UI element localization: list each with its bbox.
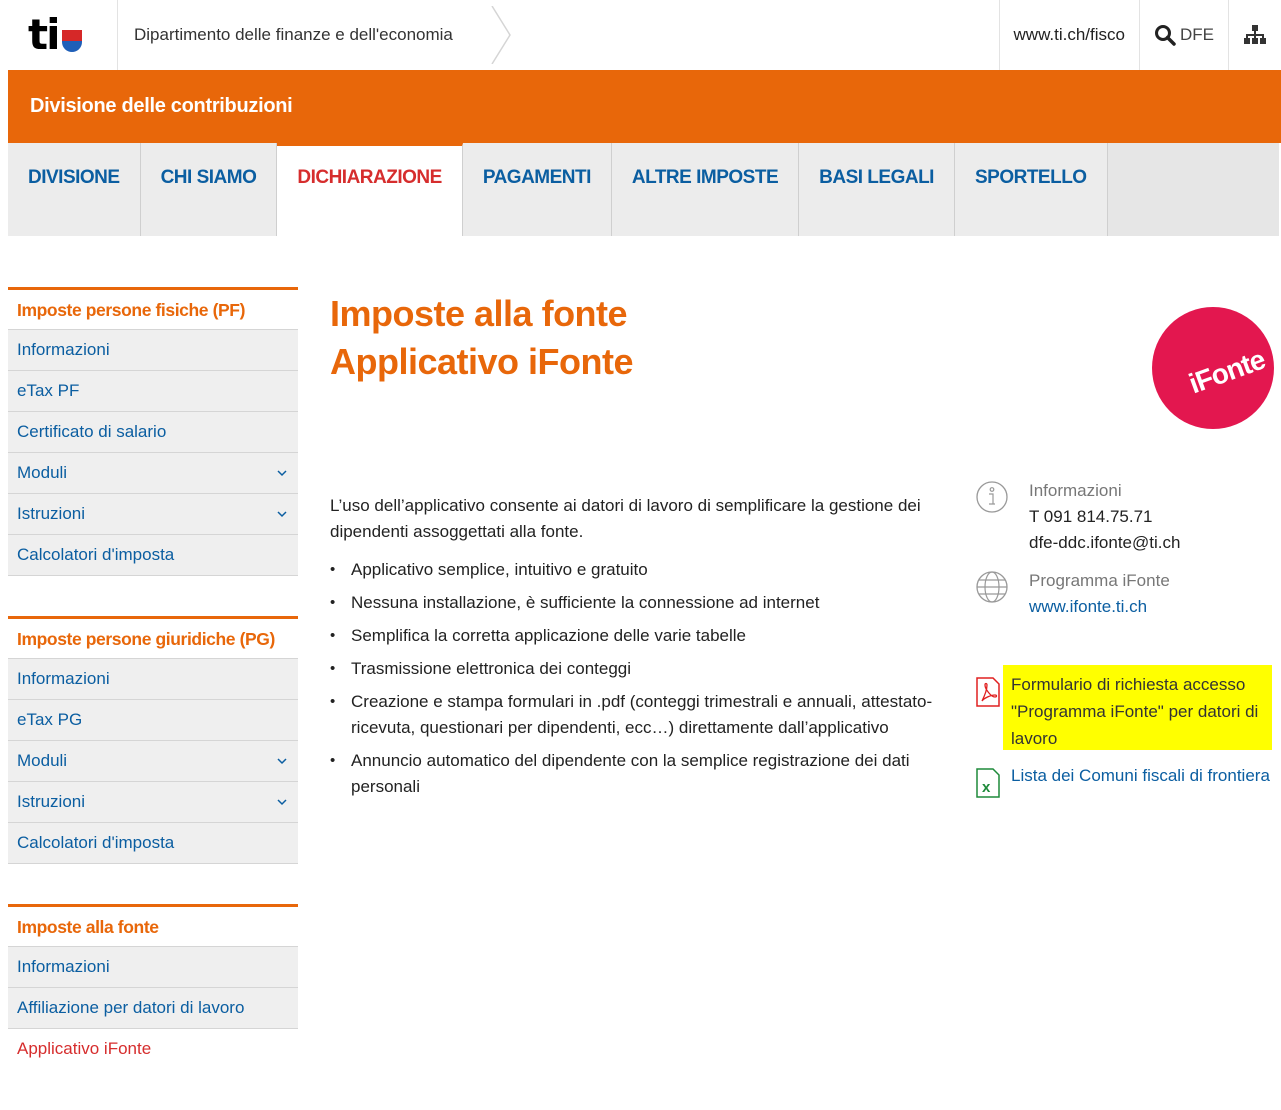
tab-pagamenti[interactable]: PAGAMENTI bbox=[462, 143, 612, 236]
sidebar-item[interactable]: Calcolatori d'imposta bbox=[8, 535, 298, 576]
download-form-text[interactable]: Formulario di richiesta accesso "Program… bbox=[1011, 671, 1275, 752]
sitemap-icon bbox=[1244, 25, 1266, 44]
feature-list: Applicativo semplice, intuitivo e gratui… bbox=[330, 557, 950, 800]
top-bar: ti Dipartimento delle finanze e dell'eco… bbox=[0, 0, 1281, 70]
contact-email[interactable]: dfe-ddc.ifonte@ti.ch bbox=[1029, 530, 1275, 556]
canton-logo[interactable]: ti bbox=[8, 0, 118, 70]
contact-info: Informazioni T 091 814.75.71 dfe-ddc.ifo… bbox=[975, 478, 1275, 632]
download-list-text[interactable]: Lista dei Comuni fiscali di frontiera bbox=[1011, 762, 1275, 789]
list-item: Nessuna installazione, è sufficiente la … bbox=[330, 590, 950, 616]
chevron-down-icon bbox=[277, 511, 287, 518]
sidebar-item-label: Moduli bbox=[17, 751, 68, 770]
contact-phone[interactable]: T 091 814.75.71 bbox=[1029, 504, 1275, 530]
sidebar-item-expandable[interactable]: Moduli bbox=[8, 453, 298, 494]
search-button[interactable]: DFE bbox=[1139, 0, 1228, 70]
fisco-link[interactable]: www.ti.ch/fisco bbox=[998, 0, 1139, 70]
sidebar-item[interactable]: Affiliazione per datori di lavoro bbox=[8, 988, 298, 1029]
sidebar-item[interactable]: eTax PG bbox=[8, 700, 298, 741]
sidebar-heading[interactable]: Imposte alla fonte bbox=[8, 904, 298, 947]
sidebar-heading[interactable]: Imposte persone giuridiche (PG) bbox=[8, 616, 298, 659]
download-list[interactable]: x Lista dei Comuni fiscali di frontiera bbox=[975, 762, 1275, 798]
sidebar-heading[interactable]: Imposte persone fisiche (PF) bbox=[8, 287, 298, 330]
sidebar-item-expandable[interactable]: Istruzioni bbox=[8, 494, 298, 535]
tab-dichiarazione[interactable]: DICHIARAZIONE bbox=[277, 143, 463, 236]
sidebar-item[interactable]: Informazioni bbox=[8, 330, 298, 371]
main-content: Imposte alla fonte Applicativo iFonte L’… bbox=[330, 290, 950, 807]
breadcrumb-chevron-icon bbox=[491, 6, 511, 64]
program-label: Programma iFonte bbox=[1029, 571, 1170, 590]
tab-divisione[interactable]: DIVISIONE bbox=[8, 143, 141, 236]
search-label: DFE bbox=[1180, 25, 1214, 44]
sidebar-item-label: Moduli bbox=[17, 463, 68, 482]
sidebar-item[interactable]: Informazioni bbox=[8, 659, 298, 700]
chevron-down-icon bbox=[277, 470, 287, 477]
sidebar-group-pg: Imposte persone giuridiche (PG) Informaz… bbox=[8, 616, 298, 864]
program-link[interactable]: www.ifonte.ti.ch bbox=[1029, 594, 1275, 620]
excel-icon: x bbox=[976, 768, 1000, 798]
globe-icon bbox=[976, 571, 1008, 603]
division-title[interactable]: Divisione delle contribuzioni bbox=[30, 95, 293, 118]
sidebar-group-pf: Imposte persone fisiche (PF) Informazion… bbox=[8, 287, 298, 576]
main-nav: DIVISIONE CHI SIAMO DICHIARAZIONE PAGAME… bbox=[8, 143, 1279, 236]
intro-text: L’uso dell’applicativo consente ai dator… bbox=[330, 496, 921, 541]
department-name[interactable]: Dipartimento delle finanze e dell'econom… bbox=[118, 0, 453, 70]
division-banner: Divisione delle contribuzioni bbox=[8, 70, 1281, 143]
tab-sportello[interactable]: SPORTELLO bbox=[954, 143, 1108, 236]
contact-block: Informazioni T 091 814.75.71 dfe-ddc.ifo… bbox=[975, 478, 1275, 556]
sidebar-group-fonte: Imposte alla fonte Informazioni Affiliaz… bbox=[8, 904, 298, 1070]
sitemap-button[interactable] bbox=[1228, 0, 1281, 70]
shield-icon bbox=[62, 30, 83, 52]
sidebar-item-expandable[interactable]: Moduli bbox=[8, 741, 298, 782]
sidebar-item-expandable[interactable]: Istruzioni bbox=[8, 782, 298, 823]
list-item: Semplifica la corretta applicazione dell… bbox=[330, 623, 950, 649]
page-title-line1: Imposte alla fonte bbox=[330, 293, 628, 334]
chevron-down-icon bbox=[277, 799, 287, 806]
contact-label: Informazioni bbox=[1029, 481, 1122, 500]
pdf-icon bbox=[976, 677, 1000, 707]
sidebar-item-label: Istruzioni bbox=[17, 792, 86, 811]
tab-chi-siamo[interactable]: CHI SIAMO bbox=[140, 143, 278, 236]
list-item: Creazione e stampa formulari in .pdf (co… bbox=[330, 689, 950, 741]
badge-text: iFonte bbox=[1184, 343, 1269, 400]
sidebar-item[interactable]: eTax PF bbox=[8, 371, 298, 412]
page-title-line2: Applicativo iFonte bbox=[330, 341, 634, 382]
search-icon bbox=[1155, 25, 1176, 46]
sidebar-item-label: Istruzioni bbox=[17, 504, 86, 523]
ifonte-badge: iFonte bbox=[1152, 307, 1274, 429]
sidebar-item[interactable]: Calcolatori d'imposta bbox=[8, 823, 298, 864]
sidebar: Imposte persone fisiche (PF) Informazion… bbox=[8, 287, 298, 1110]
logo-text: ti bbox=[28, 10, 61, 59]
sidebar-item[interactable]: Informazioni bbox=[8, 947, 298, 988]
download-form[interactable]: Formulario di richiesta accesso "Program… bbox=[975, 671, 1275, 752]
chevron-down-icon bbox=[277, 758, 287, 765]
list-item: Applicativo semplice, intuitivo e gratui… bbox=[330, 557, 950, 583]
svg-text:x: x bbox=[982, 779, 991, 796]
page-title: Imposte alla fonte Applicativo iFonte bbox=[330, 290, 950, 386]
list-item: Trasmissione elettronica dei conteggi bbox=[330, 656, 950, 682]
list-item: Annuncio automatico del dipendente con l… bbox=[330, 748, 950, 800]
tab-altre-imposte[interactable]: ALTRE IMPOSTE bbox=[611, 143, 800, 236]
sidebar-item[interactable]: Certificato di salario bbox=[8, 412, 298, 453]
sidebar-item-current[interactable]: Applicativo iFonte bbox=[8, 1029, 298, 1070]
tab-basi-legali[interactable]: BASI LEGALI bbox=[799, 143, 955, 236]
info-icon bbox=[976, 481, 1008, 513]
program-block: Programma iFonte www.ifonte.ti.ch bbox=[975, 568, 1275, 620]
